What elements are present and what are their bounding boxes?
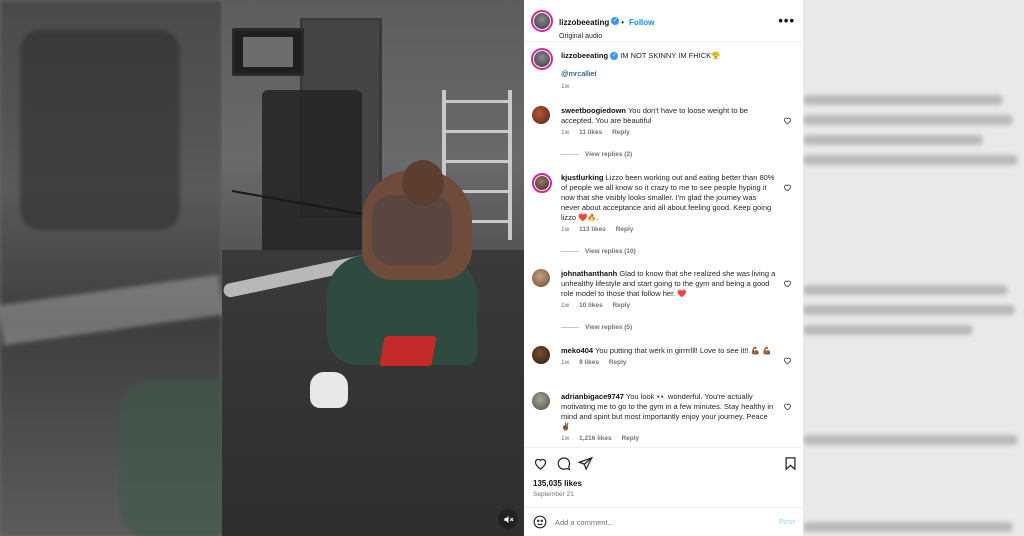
caption-mention[interactable]: @mrcalliet: [561, 69, 791, 78]
author-avatar[interactable]: [531, 10, 553, 32]
person-top: [372, 195, 452, 265]
comment-likes[interactable]: 1,216 likes: [579, 435, 612, 442]
comment-likes[interactable]: 113 likes: [579, 226, 606, 233]
view-replies-button[interactable]: View replies (5): [561, 324, 632, 331]
paper-plane-icon: [577, 456, 593, 471]
mute-button[interactable]: [498, 509, 518, 529]
caption-username[interactable]: lizzobeeating: [561, 51, 608, 60]
heart-outline-icon: [784, 403, 791, 411]
like-comment-button[interactable]: [783, 179, 792, 192]
heart-outline-icon: [784, 357, 791, 365]
post-header: lizzobeeating ✓ • Follow Original audio •••: [524, 0, 803, 42]
comment-likes[interactable]: 10 likes: [579, 302, 603, 309]
commenter-avatar[interactable]: [532, 106, 550, 124]
like-button[interactable]: [533, 456, 548, 471]
person-head: [402, 160, 444, 206]
view-replies-button[interactable]: View replies (2): [561, 151, 632, 158]
comments-feed[interactable]: lizzobeeating ✓ IM NOT SKINNY IM FHICK😤 @…: [524, 42, 803, 447]
author-username[interactable]: lizzobeeating: [559, 18, 609, 27]
likes-count[interactable]: 135,035 likes: [533, 479, 582, 488]
reply-button[interactable]: Reply: [609, 359, 627, 366]
like-comment-button[interactable]: [783, 352, 792, 365]
comment-meta: 1w 9 likes Reply: [561, 359, 776, 366]
author-info: lizzobeeating ✓ • Follow Original audio: [559, 12, 654, 40]
view-replies-button[interactable]: View replies (10): [561, 248, 636, 255]
heart-outline-icon: [784, 184, 791, 192]
reply-button[interactable]: Reply: [612, 302, 630, 309]
like-comment-button[interactable]: [783, 112, 792, 125]
heart-icon: [534, 458, 547, 470]
reply-button[interactable]: Reply: [621, 435, 639, 442]
comment-button[interactable]: [556, 456, 571, 471]
audio-label[interactable]: Original audio: [559, 33, 654, 40]
add-comment-bar: Post: [524, 507, 803, 536]
verified-icon: ✓: [610, 52, 619, 61]
emoji-button[interactable]: [533, 515, 547, 529]
comment-time: 1w: [561, 129, 570, 136]
comment-time: 1w: [561, 226, 570, 233]
reply-button[interactable]: Reply: [612, 129, 630, 136]
comment-input[interactable]: [555, 515, 765, 529]
reply-button[interactable]: Reply: [616, 226, 634, 233]
commenter-username[interactable]: sweetboogiedown: [561, 106, 626, 115]
smiley-icon: [533, 515, 547, 529]
comment-likes[interactable]: 9 likes: [579, 359, 599, 366]
comment-time: 1w: [561, 359, 570, 366]
separator-dot: •: [621, 18, 625, 27]
commenter-avatar[interactable]: [532, 269, 550, 287]
speaker-muted-icon: [503, 515, 513, 523]
commenter-avatar[interactable]: [532, 392, 550, 410]
red-step-platform: [379, 336, 437, 366]
stair-machine: [262, 90, 362, 260]
commenter-username[interactable]: meko404: [561, 346, 593, 355]
verified-icon: ✓: [611, 16, 620, 25]
comment-meta: 1w 11 likes Reply: [561, 129, 776, 136]
comment-meta: 1w 113 likes Reply: [561, 226, 776, 233]
commenter-avatar[interactable]: [532, 173, 552, 193]
heart-outline-icon: [784, 117, 791, 125]
post-comment-button[interactable]: Post: [779, 517, 795, 526]
like-comment-button[interactable]: [783, 398, 792, 411]
comment-meta: 1w 1,216 likes Reply: [561, 435, 776, 442]
comment-bubble-icon: [557, 457, 571, 471]
comment-text: You putting that werk in girrrrlll! Love…: [595, 346, 772, 355]
post-actions: 135,035 likes September 21: [524, 447, 803, 507]
caption: lizzobeeating ✓ IM NOT SKINNY IM FHICK😤 @…: [561, 51, 791, 90]
heart-outline-icon: [784, 280, 791, 288]
save-button[interactable]: [783, 456, 798, 471]
comment-time: 1w: [561, 302, 570, 309]
sneaker: [310, 372, 348, 408]
caption-text: IM NOT SKINNY IM FHICK😤: [620, 51, 721, 60]
comment-meta: 1w 10 likes Reply: [561, 302, 776, 309]
post-panel: lizzobeeating ✓ • Follow Original audio •••…: [524, 0, 803, 536]
comment-time: 1w: [561, 435, 570, 442]
commenter-username[interactable]: kjustlurking: [561, 173, 604, 182]
follow-button[interactable]: Follow: [629, 18, 654, 27]
caption-avatar[interactable]: [531, 48, 553, 70]
post-video[interactable]: [222, 0, 524, 536]
commenter-avatar[interactable]: [532, 346, 550, 364]
blurred-video-background: [0, 0, 240, 536]
commenter-username[interactable]: adrianbigace9747: [561, 392, 624, 401]
caption-time: 1w: [561, 83, 570, 90]
bookmark-icon: [785, 457, 796, 471]
like-comment-button[interactable]: [783, 275, 792, 288]
blurred-comments-background: [803, 0, 1024, 536]
gym-monitor: [232, 28, 304, 76]
share-button[interactable]: [577, 456, 593, 471]
commenter-username[interactable]: johnathanthanh: [561, 269, 617, 278]
comment-likes[interactable]: 11 likes: [579, 129, 602, 136]
post-date: September 21: [533, 491, 574, 498]
more-options-icon[interactable]: •••: [778, 13, 795, 28]
